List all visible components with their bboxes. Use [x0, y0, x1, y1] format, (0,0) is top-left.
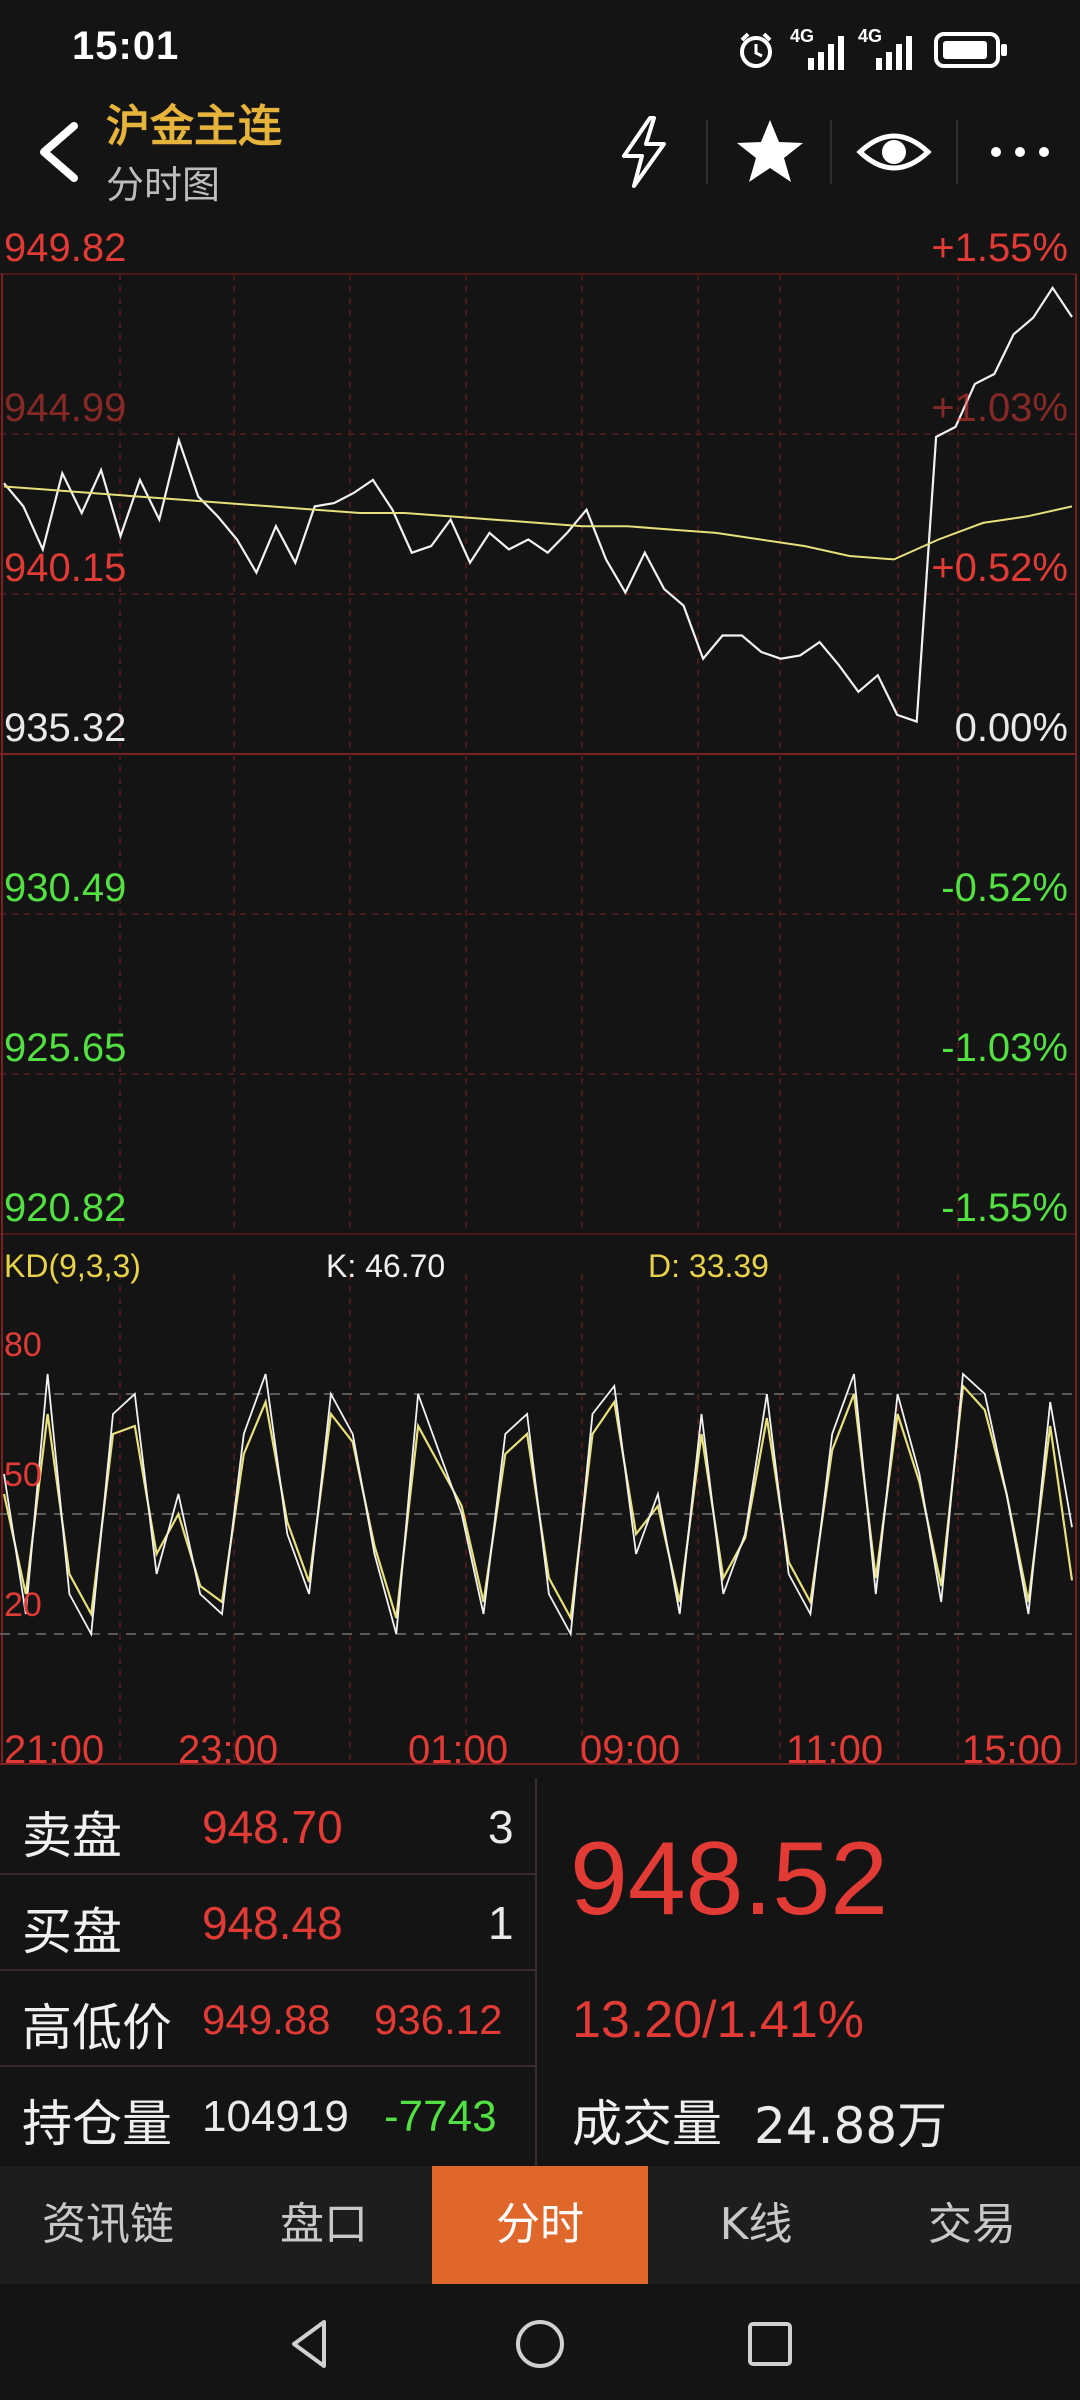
quote-panel: 卖盘 948.70 3 买盘 948.48 1 高低价 949.88 936.1…	[0, 1778, 1080, 2166]
system-nav-bar	[0, 2284, 1080, 2400]
buy-price: 948.48	[202, 1897, 343, 1949]
price-label-top: 949.82	[4, 226, 127, 270]
tab-trade[interactable]: 交易	[864, 2166, 1080, 2284]
volume-label: 成交量	[572, 2095, 722, 2153]
last-price: 948.52	[570, 1821, 889, 1937]
high-price: 949.88	[202, 1996, 331, 2043]
pct-label-bottom: -1.55%	[941, 1186, 1068, 1230]
time-tick: 15:00	[962, 1728, 1063, 1772]
pct-label-base: 0.00%	[954, 706, 1068, 750]
pct-label: -0.52%	[941, 866, 1068, 910]
header-divider	[956, 120, 958, 184]
tab-news[interactable]: 资讯链	[0, 2166, 216, 2284]
price-change: 13.20/1.41%	[572, 1991, 865, 2049]
nav-back-icon[interactable]	[280, 2314, 340, 2374]
more-icon[interactable]	[980, 112, 1060, 192]
status-bar: 15:01 4G 4G	[0, 0, 1080, 96]
alarm-icon	[740, 32, 772, 68]
nav-recents-icon[interactable]	[740, 2314, 800, 2374]
kd-indicator-label[interactable]: KD(9,3,3)	[4, 1248, 141, 1285]
page-title: 沪金主连	[106, 101, 282, 152]
price-label: 944.99	[4, 386, 127, 430]
signal-icon-2	[876, 36, 912, 70]
buy-label: 买盘	[22, 1903, 122, 1961]
kd-k-line	[3, 1372, 1073, 1637]
price-label: 940.15	[4, 546, 127, 590]
tab-orderbook[interactable]: 盘口	[216, 2166, 432, 2284]
kd-level-label: 50	[4, 1456, 42, 1494]
star-icon[interactable]	[730, 112, 810, 192]
time-tick: 21:00	[4, 1728, 105, 1772]
sell-label: 卖盘	[22, 1807, 122, 1865]
volume: 24.88万	[754, 2097, 948, 2155]
open-interest-change: -7743	[384, 2092, 497, 2141]
low-price: 936.12	[374, 1996, 503, 2043]
price-label: 925.65	[4, 1026, 127, 1070]
signal-icon	[808, 36, 844, 70]
price-label-base: 935.32	[4, 706, 127, 750]
bottom-tab-bar: 资讯链 盘口 分时 K线 交易	[0, 2166, 1080, 2284]
open-interest: 104919	[202, 2092, 349, 2141]
back-icon[interactable]	[28, 112, 88, 192]
pct-label: -1.03%	[941, 1026, 1068, 1070]
price-line	[3, 285, 1073, 724]
time-tick: 23:00	[178, 1728, 279, 1772]
time-tick: 09:00	[580, 1728, 681, 1772]
price-label: 930.49	[4, 866, 127, 910]
kd-level-label: 80	[4, 1326, 42, 1364]
pct-label: +1.03%	[931, 386, 1068, 430]
nav-home-icon[interactable]	[510, 2314, 570, 2374]
time-tick: 11:00	[786, 1728, 884, 1772]
high-low-label: 高低价	[22, 1999, 172, 2057]
chart-canvas	[0, 273, 1077, 1765]
open-interest-label: 持仓量	[22, 2095, 172, 2153]
intraday-chart[interactable]	[0, 214, 1080, 1774]
header-divider	[830, 120, 832, 184]
pct-label: +0.52%	[931, 546, 1068, 590]
pct-label-top: +1.55%	[931, 226, 1068, 270]
kd-k-value: K: 46.70	[326, 1248, 446, 1284]
sell-price: 948.70	[202, 1801, 343, 1853]
lightning-icon[interactable]	[604, 112, 684, 192]
buy-qty: 1	[488, 1897, 514, 1949]
battery-icon	[934, 32, 1007, 68]
header-divider	[706, 120, 708, 184]
eye-icon[interactable]	[854, 112, 934, 192]
tab-kline[interactable]: K线	[648, 2166, 864, 2284]
tab-intraday[interactable]: 分时	[432, 2166, 648, 2284]
page-subtitle: 分时图	[106, 163, 221, 207]
clock: 15:01	[72, 24, 180, 68]
time-tick: 01:00	[408, 1728, 509, 1772]
price-label-bottom: 920.82	[4, 1186, 127, 1230]
kd-d-value: D: 33.39	[648, 1248, 769, 1284]
sell-qty: 3	[488, 1801, 514, 1853]
kd-level-label: 20	[4, 1586, 42, 1624]
